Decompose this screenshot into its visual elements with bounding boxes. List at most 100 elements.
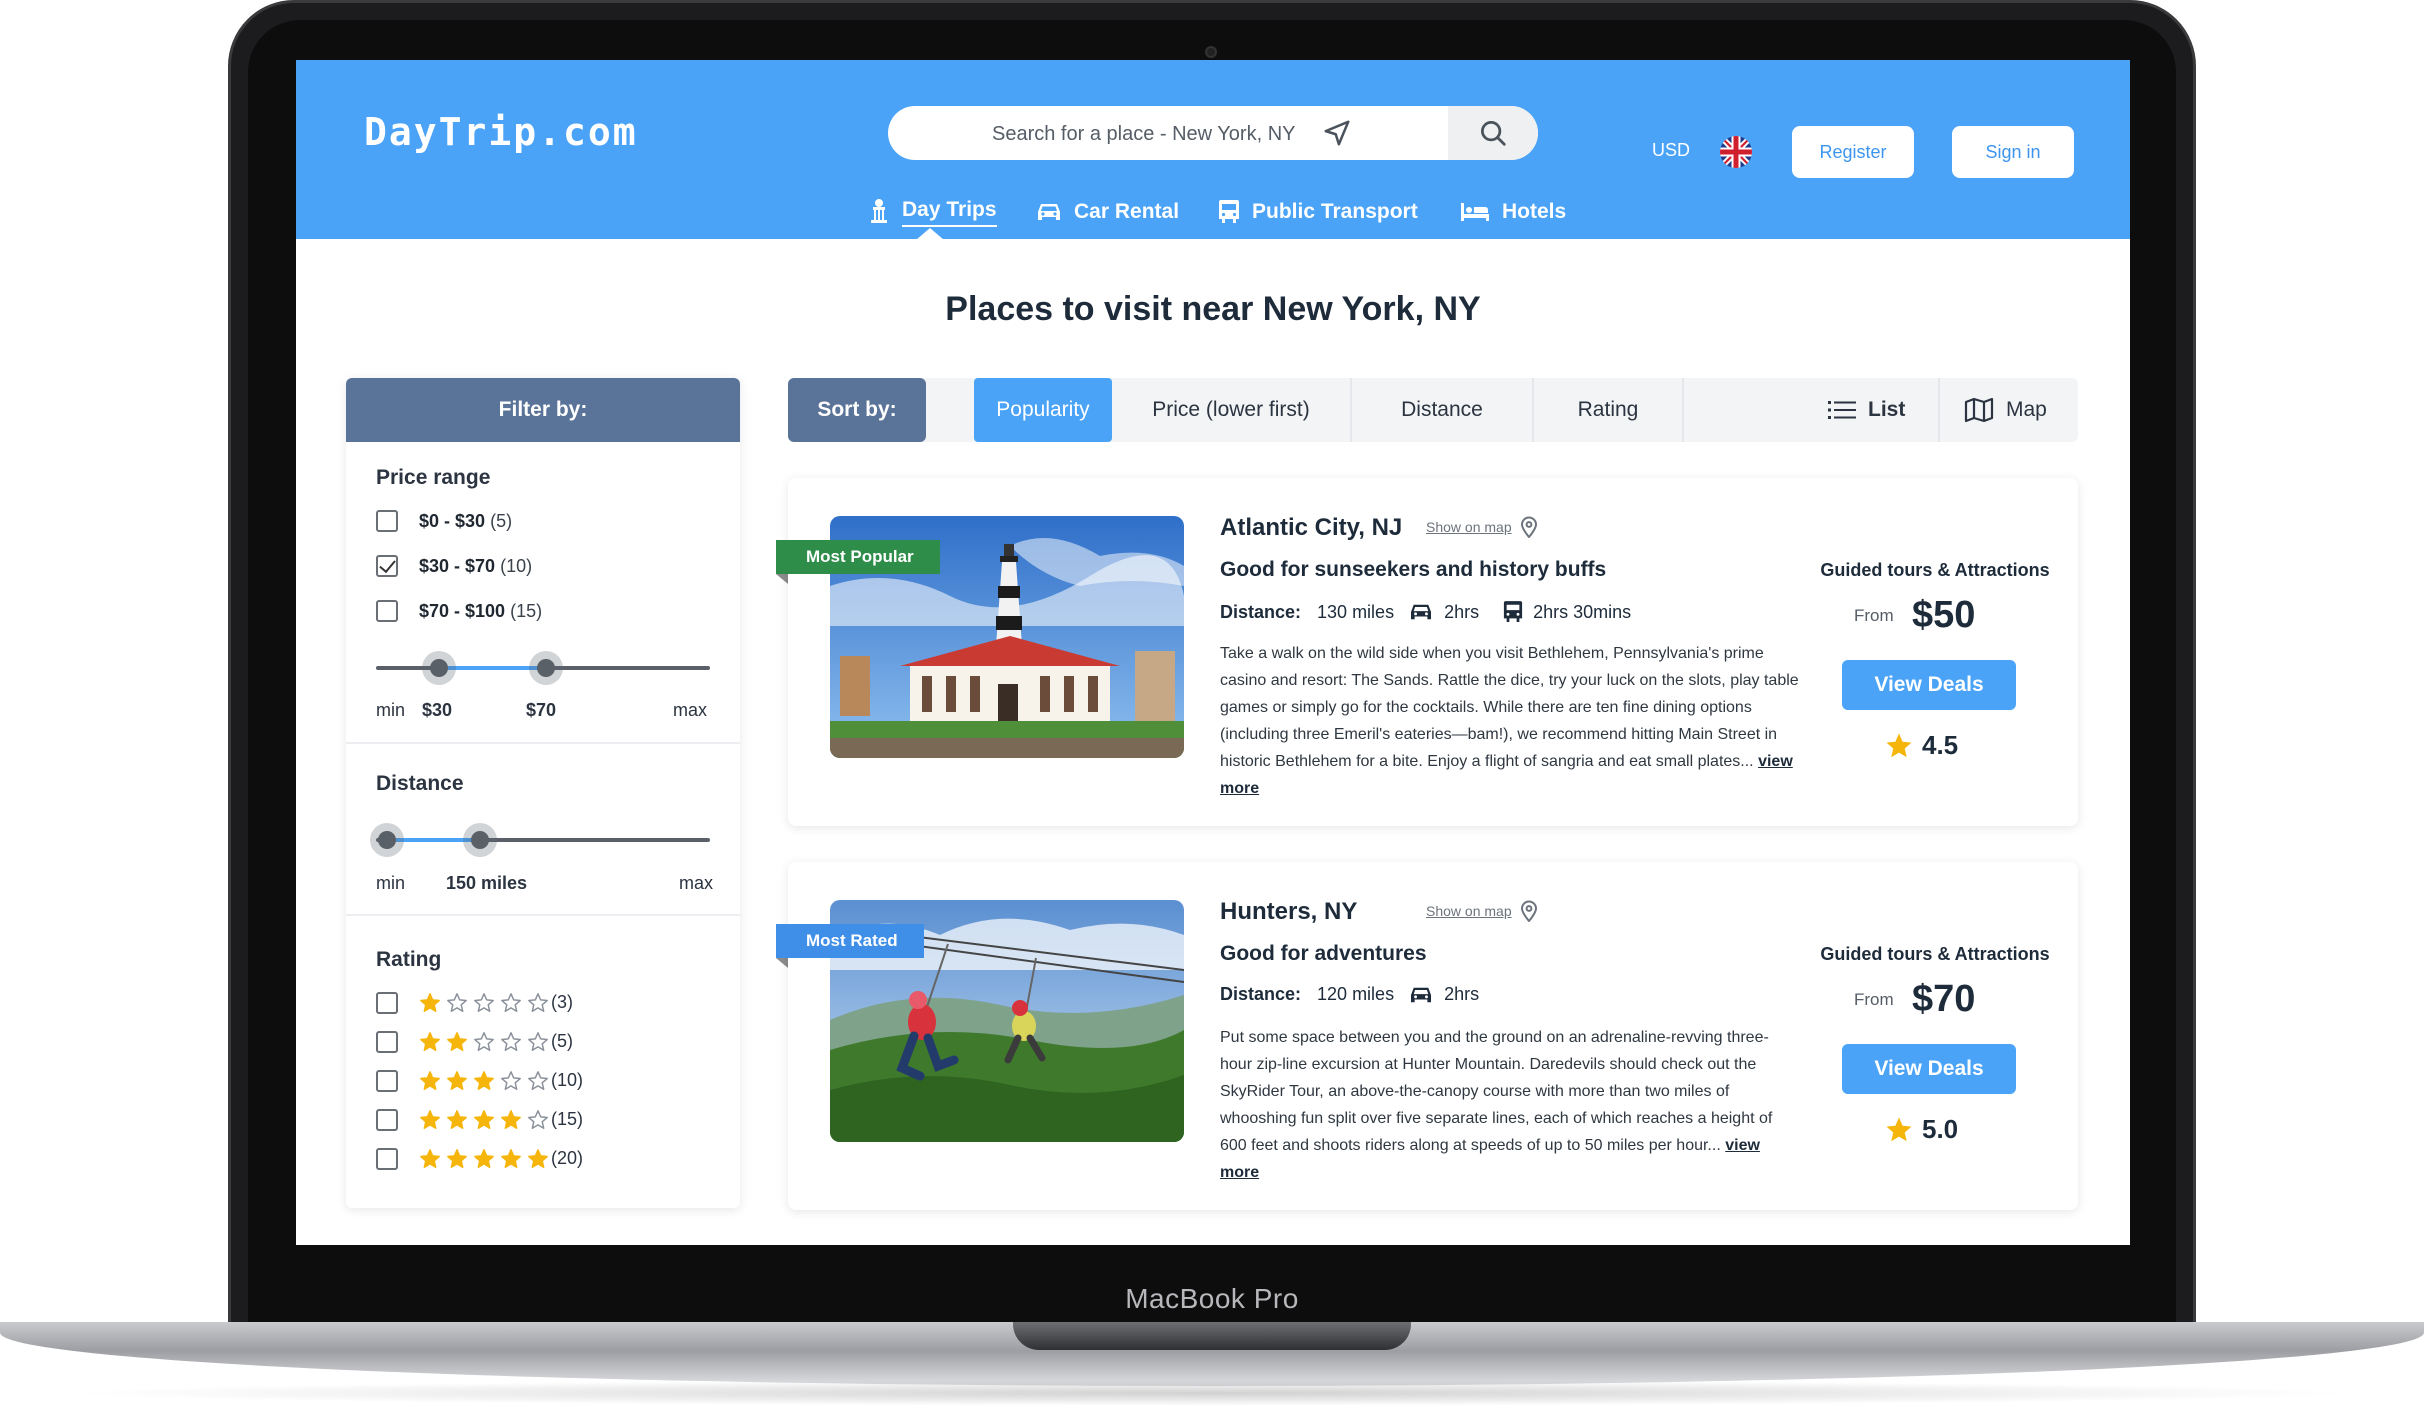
rating-checkbox-3[interactable] <box>376 1070 398 1092</box>
star-outline-icon <box>447 993 467 1012</box>
divider <box>346 914 740 916</box>
rating-stars <box>419 1031 549 1053</box>
nav-day-trips[interactable]: Day Trips <box>868 196 997 228</box>
star-filled-icon <box>474 1110 494 1129</box>
star-filled-icon <box>447 1149 467 1168</box>
price-slider-high-value: $70 <box>526 700 557 720</box>
result-card[interactable]: Most Popular Atlantic City, NJ Show on m… <box>776 478 2078 826</box>
car-icon <box>1038 204 1060 220</box>
result-rating: 5.0 <box>1884 1114 1958 1145</box>
price-checkbox-30-70[interactable] <box>376 555 398 577</box>
car-time: 2hrs <box>1444 984 1480 1004</box>
register-button[interactable]: Register <box>1792 126 1914 178</box>
nav-label: Day Trips <box>902 198 997 227</box>
location-arrow-icon[interactable] <box>1322 118 1352 148</box>
nav-label: Hotels <box>1502 200 1567 223</box>
nav-car-rental[interactable]: Car Rental <box>1036 196 1179 228</box>
star-filled-icon <box>474 1149 494 1168</box>
laptop-hinge-notch <box>1013 1322 1411 1350</box>
laptop-shadow <box>60 1380 2364 1406</box>
rating-count: (15) <box>551 1109 584 1129</box>
view-list-button[interactable]: List <box>1828 378 1905 442</box>
bed-icon <box>1461 203 1489 221</box>
currency-selector[interactable]: USD <box>1652 140 1690 161</box>
price-slider-min-handle[interactable] <box>422 651 456 685</box>
show-on-map-link[interactable]: Show on map <box>1426 516 1538 538</box>
most-rated-badge: Most Rated <box>776 924 924 968</box>
sort-popularity[interactable]: Popularity <box>974 378 1112 442</box>
distance-title: Distance <box>376 772 464 795</box>
view-deals-button[interactable]: View Deals <box>1842 1044 2016 1094</box>
distance-slider-value: 150 miles <box>446 873 528 893</box>
car-icon <box>1411 987 1432 1002</box>
logo[interactable]: DayTrip.com <box>364 110 638 154</box>
price-checkbox-0-30[interactable] <box>376 510 398 532</box>
filter-heading: Filter by: <box>346 378 740 442</box>
result-subtitle: Good for adventures <box>1220 942 1427 965</box>
search-button[interactable] <box>1448 106 1538 160</box>
sort-distance[interactable]: Distance <box>1352 378 1534 442</box>
star-outline-icon <box>528 993 548 1012</box>
rating-count: (3) <box>551 992 573 1012</box>
monument-icon <box>871 199 887 223</box>
price-slider-max-handle[interactable] <box>529 651 563 685</box>
view-map-button[interactable]: Map <box>1964 378 2047 442</box>
star-filled-icon <box>420 993 440 1012</box>
car-time: 2hrs <box>1444 601 1480 622</box>
map-pin-icon <box>1520 900 1537 922</box>
price-value: $50 <box>1912 594 1976 636</box>
header: DayTrip.com Search for a place - New Yor… <box>296 60 2130 240</box>
result-category: Guided tours & Attractions <box>1820 560 2050 580</box>
distance-slider-min-handle[interactable] <box>370 823 404 857</box>
distance-slider-min-label: min <box>376 873 406 893</box>
result-description: Take a walk on the wild side when you vi… <box>1220 640 1800 802</box>
show-on-map-label: Show on map <box>1426 903 1512 919</box>
result-card[interactable]: Most Rated Hunters, NY Show on map Good … <box>776 862 2078 1210</box>
nav-public-transport[interactable]: Public Transport <box>1218 196 1418 228</box>
star-outline-icon <box>528 1071 548 1090</box>
rating-value: 5.0 <box>1922 1114 1959 1144</box>
sort-rating[interactable]: Rating <box>1534 378 1684 442</box>
price-value: $70 <box>1912 978 1976 1020</box>
sort-label: Sort by: <box>788 378 926 442</box>
bus-time: 2hrs 30mins <box>1533 601 1632 622</box>
uk-flag-icon[interactable] <box>1720 136 1752 168</box>
divider <box>346 742 740 744</box>
result-category: Guided tours & Attractions <box>1820 944 2050 964</box>
active-tab-indicator <box>916 228 944 240</box>
device-brand-label: MacBook Pro <box>1125 1283 1299 1314</box>
star-filled-icon <box>420 1149 440 1168</box>
rating-checkbox-5[interactable] <box>376 1148 398 1170</box>
result-title[interactable]: Atlantic City, NJ <box>1220 514 1402 542</box>
screen: DayTrip.com Search for a place - New Yor… <box>296 60 2130 1245</box>
description-text: Take a walk on the wild side when you vi… <box>1220 645 1799 770</box>
rating-checkbox-1[interactable] <box>376 992 398 1014</box>
star-outline-icon <box>474 1032 494 1051</box>
distance-slider-max-label: max <box>679 873 714 893</box>
distance-slider-track[interactable] <box>376 838 710 842</box>
price-checkbox-70-100[interactable] <box>376 600 398 622</box>
star-filled-icon <box>447 1110 467 1129</box>
search-input[interactable]: Search for a place - New York, NY <box>992 123 1295 146</box>
nav-label: Car Rental <box>1074 200 1180 223</box>
view-list-label: List <box>1868 398 1906 421</box>
distance-value: 130 miles <box>1317 601 1395 622</box>
star-outline-icon <box>501 1032 521 1051</box>
sort-price[interactable]: Price (lower first) <box>1112 378 1352 442</box>
result-description: Put some space between you and the groun… <box>1220 1024 1800 1186</box>
result-title[interactable]: Hunters, NY <box>1220 898 1357 926</box>
sign-in-button[interactable]: Sign in <box>1952 126 2074 178</box>
distance-slider-max-handle[interactable] <box>463 823 497 857</box>
price-slider-low-value: $30 <box>422 700 453 720</box>
show-on-map-link[interactable]: Show on map <box>1426 900 1538 922</box>
search-icon <box>1481 121 1506 146</box>
nav-hotels[interactable]: Hotels <box>1460 196 1566 228</box>
rating-checkbox-2[interactable] <box>376 1031 398 1053</box>
star-icon <box>1886 733 1912 757</box>
star-filled-icon <box>420 1071 440 1090</box>
map-pin-icon <box>1520 516 1537 538</box>
star-outline-icon <box>528 1032 548 1051</box>
rating-checkbox-4[interactable] <box>376 1109 398 1131</box>
view-deals-button[interactable]: View Deals <box>1842 660 2016 710</box>
search-bar[interactable]: Search for a place - New York, NY <box>888 106 1538 160</box>
